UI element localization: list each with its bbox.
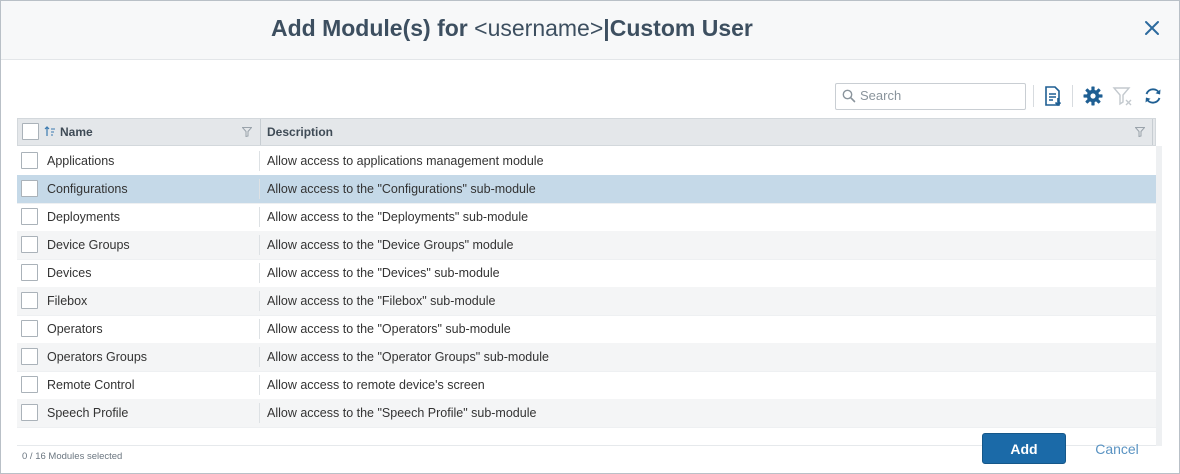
search-input[interactable] (860, 86, 1020, 105)
cell-divider (259, 375, 260, 395)
description-filter-icon[interactable] (1135, 127, 1145, 137)
title-role: |Custom User (603, 15, 753, 41)
module-name: Speech Profile (47, 406, 129, 420)
export-icon[interactable] (1042, 85, 1064, 107)
cell-divider (259, 207, 260, 227)
gear-icon[interactable] (1082, 85, 1104, 107)
table-row[interactable]: Configurations Allow access to the "Conf… (17, 175, 1156, 204)
title-prefix: Add Module(s) for (271, 15, 468, 41)
module-description: Allow access to remote device's screen (267, 378, 485, 392)
row-checkbox[interactable] (21, 180, 38, 197)
module-name: Devices (47, 266, 92, 280)
modules-grid: Name Description Applications Allow acce… (17, 118, 1156, 428)
cell-divider (259, 151, 260, 171)
module-description: Allow access to the "Operator Groups" su… (267, 350, 549, 364)
add-button[interactable]: Add (982, 433, 1066, 464)
refresh-icon[interactable] (1142, 85, 1164, 107)
module-name: Operators Groups (47, 350, 148, 364)
cell-divider (259, 319, 260, 339)
vertical-scrollbar[interactable] (1156, 146, 1162, 446)
module-name: Applications (47, 154, 115, 168)
table-row[interactable]: Deployments Allow access to the "Deploym… (17, 203, 1156, 232)
name-filter-icon[interactable] (242, 127, 252, 137)
row-checkbox[interactable] (21, 236, 38, 253)
table-row[interactable]: Operators Groups Allow access to the "Op… (17, 343, 1156, 372)
module-name: Remote Control (47, 378, 135, 392)
module-description: Allow access to the "Speech Profile" sub… (267, 406, 537, 420)
module-name: Configurations (47, 182, 128, 196)
toolbar-divider (1072, 85, 1073, 107)
cell-divider (259, 263, 260, 283)
toolbar-divider (1033, 85, 1034, 107)
module-description: Allow access to the "Operators" sub-modu… (267, 322, 511, 336)
row-checkbox[interactable] (21, 348, 38, 365)
dialog-title: Add Module(s) for <username>|Custom User (271, 15, 753, 42)
cell-divider (259, 235, 260, 255)
row-checkbox[interactable] (21, 376, 38, 393)
sort-ascending-icon[interactable] (44, 126, 56, 137)
search-icon (842, 89, 856, 103)
module-name: Deployments (47, 210, 120, 224)
close-icon[interactable] (1141, 17, 1163, 39)
selection-status: 0 / 16 Modules selected (22, 451, 123, 462)
table-row[interactable]: Operators Allow access to the "Operators… (17, 315, 1156, 344)
table-row[interactable]: Applications Allow access to application… (17, 147, 1156, 176)
row-checkbox[interactable] (21, 404, 38, 421)
cell-divider (259, 347, 260, 367)
module-name: Operators (47, 322, 103, 336)
row-checkbox[interactable] (21, 264, 38, 281)
column-header-name[interactable]: Name (60, 125, 93, 139)
row-checkbox[interactable] (21, 292, 38, 309)
add-modules-dialog: Add Module(s) for <username>|Custom User (0, 0, 1180, 474)
table-row[interactable]: Devices Allow access to the "Devices" su… (17, 259, 1156, 288)
module-name: Filebox (47, 294, 88, 308)
select-all-checkbox[interactable] (22, 123, 39, 140)
table-row[interactable]: Remote Control Allow access to remote de… (17, 371, 1156, 400)
row-checkbox[interactable] (21, 208, 38, 225)
table-row[interactable]: Speech Profile Allow access to the "Spee… (17, 399, 1156, 428)
module-description: Allow access to the "Configurations" sub… (267, 182, 536, 196)
cell-divider (259, 179, 260, 199)
search-box[interactable] (835, 83, 1026, 110)
row-checkbox[interactable] (21, 152, 38, 169)
module-description: Allow access to the "Device Groups" modu… (267, 238, 514, 252)
module-description: Allow access to the "Filebox" sub-module (267, 294, 496, 308)
module-description: Allow access to the "Deployments" sub-mo… (267, 210, 529, 224)
cancel-button[interactable]: Cancel (1087, 433, 1147, 464)
module-description: Allow access to the "Devices" sub-module (267, 266, 500, 280)
grid-header: Name Description (17, 118, 1156, 146)
column-divider (1152, 119, 1153, 145)
table-row[interactable]: Device Groups Allow access to the "Devic… (17, 231, 1156, 260)
row-checkbox[interactable] (21, 320, 38, 337)
clear-filter-icon[interactable] (1112, 85, 1134, 107)
column-divider (260, 119, 261, 145)
dialog-header: Add Module(s) for <username>|Custom User (1, 1, 1179, 60)
cell-divider (259, 403, 260, 423)
title-username: <username> (474, 15, 604, 41)
module-description: Allow access to applications management … (267, 154, 544, 168)
table-row[interactable]: Filebox Allow access to the "Filebox" su… (17, 287, 1156, 316)
cell-divider (259, 291, 260, 311)
column-header-description[interactable]: Description (267, 125, 333, 139)
module-name: Device Groups (47, 238, 130, 252)
